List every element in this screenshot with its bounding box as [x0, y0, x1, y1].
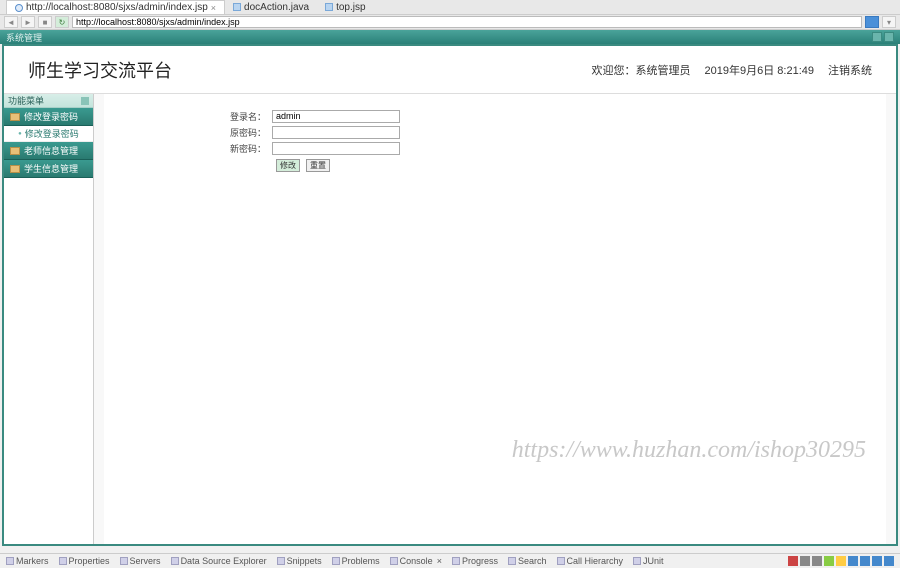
- collapse-icon[interactable]: [81, 97, 89, 105]
- view-properties[interactable]: Properties: [59, 556, 110, 566]
- old-password-input[interactable]: [272, 126, 400, 139]
- close-icon[interactable]: ×: [211, 3, 216, 13]
- properties-icon: [59, 557, 67, 565]
- display-icon[interactable]: [848, 556, 858, 566]
- sidebar-item-password[interactable]: 修改登录密码: [4, 108, 93, 126]
- sidebar-subitem-label: 修改登录密码: [25, 127, 79, 140]
- stop-button[interactable]: ■: [38, 16, 52, 28]
- markers-icon: [6, 557, 14, 565]
- content-panel: 登录名： 原密码： 新密码： 修改 重置 https://www.huzhan.…: [104, 94, 886, 544]
- terminate-icon[interactable]: [788, 556, 798, 566]
- sidebar-item-label: 老师信息管理: [24, 144, 78, 157]
- max-icon[interactable]: [884, 556, 894, 566]
- ide-tab-jsp[interactable]: http://localhost:8080/sjxs/admin/index.j…: [6, 0, 225, 14]
- ide-views: Markers Properties Servers Data Source E…: [6, 556, 664, 566]
- callhierarchy-icon: [557, 557, 565, 565]
- ide-bottom-bar: Markers Properties Servers Data Source E…: [0, 553, 900, 568]
- url-input[interactable]: [72, 16, 862, 28]
- ide-tab-label: docAction.java: [244, 2, 309, 13]
- view-problems[interactable]: Problems: [332, 556, 380, 566]
- window-title-bar: 系统管理: [0, 30, 900, 44]
- view-console[interactable]: Console×: [390, 556, 442, 566]
- view-markers[interactable]: Markers: [6, 556, 49, 566]
- ide-tab-java[interactable]: docAction.java: [225, 0, 317, 14]
- sidebar-header-label: 功能菜单: [8, 94, 44, 107]
- globe-icon: [15, 4, 23, 12]
- form-row-oldpw: 原密码：: [104, 124, 886, 140]
- view-junit[interactable]: JUnit: [633, 556, 664, 566]
- sidebar-item-label: 学生信息管理: [24, 162, 78, 175]
- window-title: 系统管理: [6, 31, 42, 44]
- min-icon[interactable]: [872, 556, 882, 566]
- app-body: 功能菜单 修改登录密码 修改登录密码 老师信息管理 学生信息管理 登录名：: [4, 94, 896, 544]
- welcome-bar: 欢迎您：系统管理员 2019年9月6日 8:21:49 注销系统: [592, 62, 872, 78]
- submit-button[interactable]: 修改: [276, 159, 300, 172]
- sidebar-subitem-password[interactable]: 修改登录密码: [4, 126, 93, 142]
- ide-tab-topjsp[interactable]: top.jsp: [317, 0, 373, 14]
- sidebar-header: 功能菜单: [4, 94, 93, 108]
- servers-icon: [120, 557, 128, 565]
- form-button-row: 修改 重置: [104, 159, 886, 172]
- remove-icon[interactable]: [800, 556, 810, 566]
- refresh-button[interactable]: ↻: [55, 16, 69, 28]
- forward-button[interactable]: ►: [21, 16, 35, 28]
- oldpw-label: 原密码：: [104, 126, 272, 139]
- logout-link[interactable]: 注销系统: [828, 62, 872, 78]
- app-frame: 师生学习交流平台 欢迎您：系统管理员 2019年9月6日 8:21:49 注销系…: [2, 44, 898, 546]
- watermark: https://www.huzhan.com/ishop30295: [512, 437, 866, 464]
- view-search[interactable]: Search: [508, 556, 547, 566]
- welcome-datetime: 2019年9月6日 8:21:49: [705, 62, 814, 78]
- form-row-username: 登录名：: [104, 108, 886, 124]
- problems-icon: [332, 557, 340, 565]
- go-button[interactable]: [865, 16, 879, 28]
- new-password-input[interactable]: [272, 142, 400, 155]
- folder-icon: [10, 165, 20, 173]
- username-input[interactable]: [272, 110, 400, 123]
- ide-tab-label: http://localhost:8080/sjxs/admin/index.j…: [26, 2, 208, 13]
- app-header: 师生学习交流平台 欢迎您：系统管理员 2019年9月6日 8:21:49 注销系…: [4, 46, 896, 94]
- sidebar: 功能菜单 修改登录密码 修改登录密码 老师信息管理 学生信息管理: [4, 94, 94, 544]
- ide-tab-label: top.jsp: [336, 2, 365, 13]
- datasource-icon: [171, 557, 179, 565]
- window-controls: [872, 32, 894, 42]
- reset-button[interactable]: 重置: [306, 159, 330, 172]
- progress-icon: [452, 557, 460, 565]
- snippets-icon: [277, 557, 285, 565]
- open-console-icon[interactable]: [860, 556, 870, 566]
- folder-icon: [10, 113, 20, 121]
- newpw-label: 新密码：: [104, 142, 272, 155]
- welcome-greet: 欢迎您：系统管理员: [592, 62, 691, 78]
- sidebar-item-label: 修改登录密码: [24, 110, 78, 123]
- sidebar-item-student[interactable]: 学生信息管理: [4, 160, 93, 178]
- ide-action-icons: [788, 556, 894, 566]
- username-label: 登录名：: [104, 110, 272, 123]
- back-button[interactable]: ◄: [4, 16, 18, 28]
- view-progress[interactable]: Progress: [452, 556, 498, 566]
- folder-icon: [10, 147, 20, 155]
- view-snippets[interactable]: Snippets: [277, 556, 322, 566]
- maximize-button[interactable]: [884, 32, 894, 42]
- java-icon: [325, 3, 333, 11]
- browser-toolbar: ◄ ► ■ ↻ ▾: [0, 15, 900, 30]
- scroll-lock-icon[interactable]: [824, 556, 834, 566]
- console-icon: [390, 557, 398, 565]
- browser-menu-button[interactable]: ▾: [882, 16, 896, 28]
- ide-tab-bar: http://localhost:8080/sjxs/admin/index.j…: [0, 0, 900, 15]
- view-servers[interactable]: Servers: [120, 556, 161, 566]
- minimize-button[interactable]: [872, 32, 882, 42]
- sidebar-item-teacher[interactable]: 老师信息管理: [4, 142, 93, 160]
- pin-icon[interactable]: [836, 556, 846, 566]
- app-title: 师生学习交流平台: [28, 57, 172, 83]
- search-icon: [508, 557, 516, 565]
- form-row-newpw: 新密码：: [104, 140, 886, 156]
- java-icon: [233, 3, 241, 11]
- close-icon[interactable]: ×: [437, 556, 442, 566]
- view-datasource[interactable]: Data Source Explorer: [171, 556, 267, 566]
- view-callhierarchy[interactable]: Call Hierarchy: [557, 556, 624, 566]
- junit-icon: [633, 557, 641, 565]
- remove-all-icon[interactable]: [812, 556, 822, 566]
